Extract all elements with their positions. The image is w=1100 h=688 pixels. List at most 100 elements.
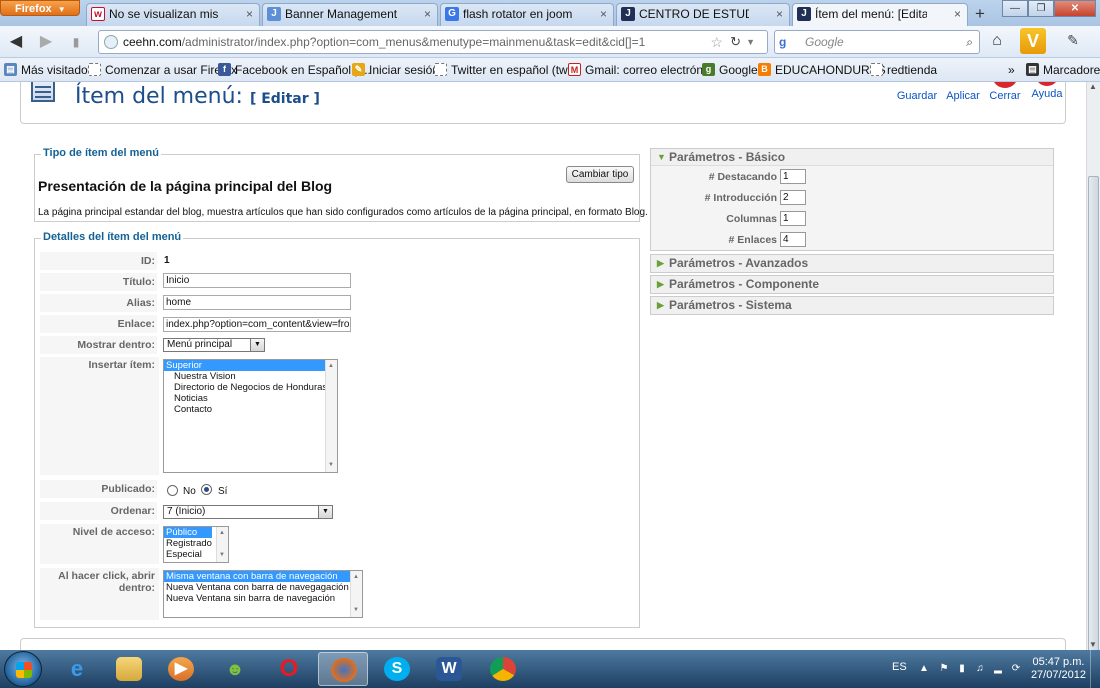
addon-v-icon[interactable]: V [1020, 28, 1046, 54]
address-bar[interactable]: ceehn.com/administrator/index.php?option… [98, 30, 768, 54]
google-engine-icon[interactable]: g [779, 35, 793, 49]
menu-select[interactable]: Menú principal ▼ [163, 338, 265, 352]
bookmarks-overflow-chevron[interactable]: » [1008, 62, 1015, 78]
params-system-panel[interactable]: ▶ Parámetros - Sistema [650, 296, 1054, 315]
bookmark-facebook[interactable]: f Facebook en Español | ... [218, 62, 371, 78]
bookmark-gmail[interactable]: M Gmail: correo electróni... [568, 62, 716, 78]
listbox-scrollbar[interactable] [216, 527, 228, 562]
order-select[interactable]: 7 (Inicio) ▼ [163, 505, 333, 519]
close-tab-icon[interactable]: × [776, 4, 783, 24]
bookmark-most-visited[interactable]: ▤ Más visitados [4, 62, 94, 78]
tab-2[interactable]: J Banner Management - Joom... × [262, 3, 438, 26]
new-tab-button[interactable]: + [968, 3, 992, 25]
change-type-button[interactable]: Cambiar tipo [566, 166, 634, 183]
close-button[interactable]: ✕ Cerrar [983, 82, 1027, 102]
close-window-icon[interactable]: ✕ [1054, 0, 1096, 17]
params-advanced-panel[interactable]: ▶ Parámetros - Avanzados [650, 254, 1054, 273]
list-option[interactable]: Directorio de Negocios de Honduras [164, 382, 337, 393]
list-option[interactable]: Superior [164, 360, 337, 371]
close-tab-icon[interactable]: × [954, 4, 961, 24]
sync-icon[interactable]: ⟳ [1010, 663, 1022, 675]
chevron-down-icon[interactable]: ▼ [318, 506, 332, 518]
listbox-scrollbar[interactable] [325, 360, 337, 472]
alias-field[interactable]: home [163, 295, 351, 310]
minimize-icon[interactable]: — [1002, 0, 1028, 17]
bookmark-star-icon[interactable]: ☆ [710, 31, 723, 53]
taskbar-chrome[interactable] [478, 652, 528, 686]
taskbar-media-player[interactable]: ▶ [156, 652, 206, 686]
num-links-field[interactable]: 4 [780, 232, 806, 247]
taskbar-ie[interactable]: e [52, 652, 102, 686]
listbox-scrollbar[interactable] [350, 571, 362, 617]
network-icon[interactable]: ▂ [992, 663, 1004, 675]
chevron-down-icon[interactable]: ▼ [250, 339, 264, 351]
bookmark-twitter[interactable]: Twitter en español (twi... [434, 62, 580, 78]
parent-item-listbox[interactable]: Superior Nuestra Vision Directorio de Ne… [163, 359, 338, 473]
start-button[interactable] [4, 651, 42, 687]
list-option[interactable]: Público [164, 527, 212, 538]
close-tab-icon[interactable]: × [246, 4, 253, 24]
list-option[interactable]: Noticias [164, 393, 337, 404]
published-yes-radio[interactable] [201, 484, 212, 495]
save-button[interactable]: ⛁ Guardar [895, 82, 939, 102]
site-identity-icon[interactable] [104, 35, 118, 49]
taskbar-word[interactable]: W [424, 652, 474, 686]
params-component-panel[interactable]: ▶ Parámetros - Componente [650, 275, 1054, 294]
home-icon[interactable]: ⌂ [986, 32, 1008, 52]
scrollbar-thumb[interactable] [1088, 176, 1099, 682]
volume-icon[interactable]: ♫ [974, 663, 986, 675]
tab-5-active[interactable]: J Ítem del menú: [Editar] × [792, 3, 968, 27]
access-level-listbox[interactable]: Público Registrado Especial [163, 526, 229, 563]
bookmark-educahonduras[interactable]: B EDUCAHONDURAS [758, 62, 886, 78]
bookmark-login[interactable]: ✎ Iniciar sesión [352, 62, 439, 78]
bookmarks-menu-button[interactable]: ▤Marcadores [1026, 62, 1100, 78]
tools-menu-icon[interactable]: ✎ [1060, 32, 1086, 52]
params-basic-toggle[interactable]: ▼ Parámetros - Básico [651, 149, 1053, 166]
menu-item-type-title: Presentación de la página principal del … [38, 178, 333, 194]
target-window-listbox[interactable]: Misma ventana con barra de navegación Nu… [163, 570, 363, 618]
list-option[interactable]: Contacto [164, 404, 337, 415]
help-button[interactable]: Ayuda [1025, 82, 1069, 100]
show-desktop-button[interactable] [1090, 650, 1100, 688]
list-option[interactable]: Misma ventana con barra de navegación [164, 571, 350, 582]
bookmark-getting-started[interactable]: Comenzar a usar Firefox [88, 62, 237, 78]
title-field[interactable]: Inicio [163, 273, 351, 288]
tab-1[interactable]: w No se visualizan mis articulo... × [86, 3, 260, 26]
tab-4[interactable]: J CENTRO DE ESTUDIOS Y EST... × [616, 3, 790, 26]
back-arrow-icon[interactable]: ◀ [6, 32, 26, 52]
firefox-menu-button[interactable]: Firefox ▼ [0, 0, 80, 16]
link-field[interactable]: index.php?option=com_content&view=frontp… [163, 317, 351, 332]
bookmark-google[interactable]: g Google [702, 62, 758, 78]
columns-field[interactable]: 1 [780, 211, 806, 226]
num-featured-field[interactable]: 1 [780, 169, 806, 184]
taskbar-messenger[interactable]: ☻ [210, 652, 260, 686]
list-option[interactable]: Nueva Ventana con barra de navegagación [164, 582, 362, 593]
scroll-down-icon[interactable]: ▼ [1089, 640, 1097, 649]
search-icon[interactable]: ⌕ [966, 31, 973, 53]
num-intro-field[interactable]: 2 [780, 190, 806, 205]
bookmark-redtienda[interactable]: redtienda [870, 62, 937, 78]
search-box[interactable]: g Google ⌕ [774, 30, 980, 54]
close-tab-icon[interactable]: × [600, 4, 607, 24]
taskbar-explorer[interactable] [104, 652, 154, 686]
page-scrollbar[interactable]: ▲ ▼ [1086, 82, 1100, 682]
show-hidden-icons-icon[interactable]: ▲ [918, 663, 930, 675]
taskbar-opera[interactable]: O [264, 652, 314, 686]
reload-icon[interactable]: ↻ [730, 31, 741, 53]
published-no-radio[interactable] [167, 485, 178, 496]
maximize-icon[interactable]: ❐ [1028, 0, 1054, 17]
close-tab-icon[interactable]: × [424, 4, 431, 24]
url-dropdown-icon[interactable]: ▼ [746, 31, 755, 53]
scroll-up-icon[interactable]: ▲ [1089, 82, 1097, 91]
tab-3[interactable]: G flash rotator en joomla - Bus... × [440, 3, 614, 26]
power-icon[interactable]: ▮ [956, 663, 968, 675]
language-indicator[interactable]: ES [892, 661, 907, 673]
list-option[interactable]: Nueva Ventana sin barra de navegación [164, 593, 362, 604]
clock[interactable]: 05:47 p.m. 27/07/2012 [1031, 656, 1086, 682]
flag-icon[interactable]: ⚑ [938, 663, 950, 675]
taskbar-skype[interactable]: S [372, 652, 422, 686]
taskbar-firefox[interactable] [318, 652, 368, 686]
list-option[interactable]: Nuestra Vision [164, 371, 337, 382]
apply-button[interactable]: ✔ Aplicar [941, 82, 985, 102]
forward-arrow-icon[interactable]: ▶ [36, 32, 56, 52]
